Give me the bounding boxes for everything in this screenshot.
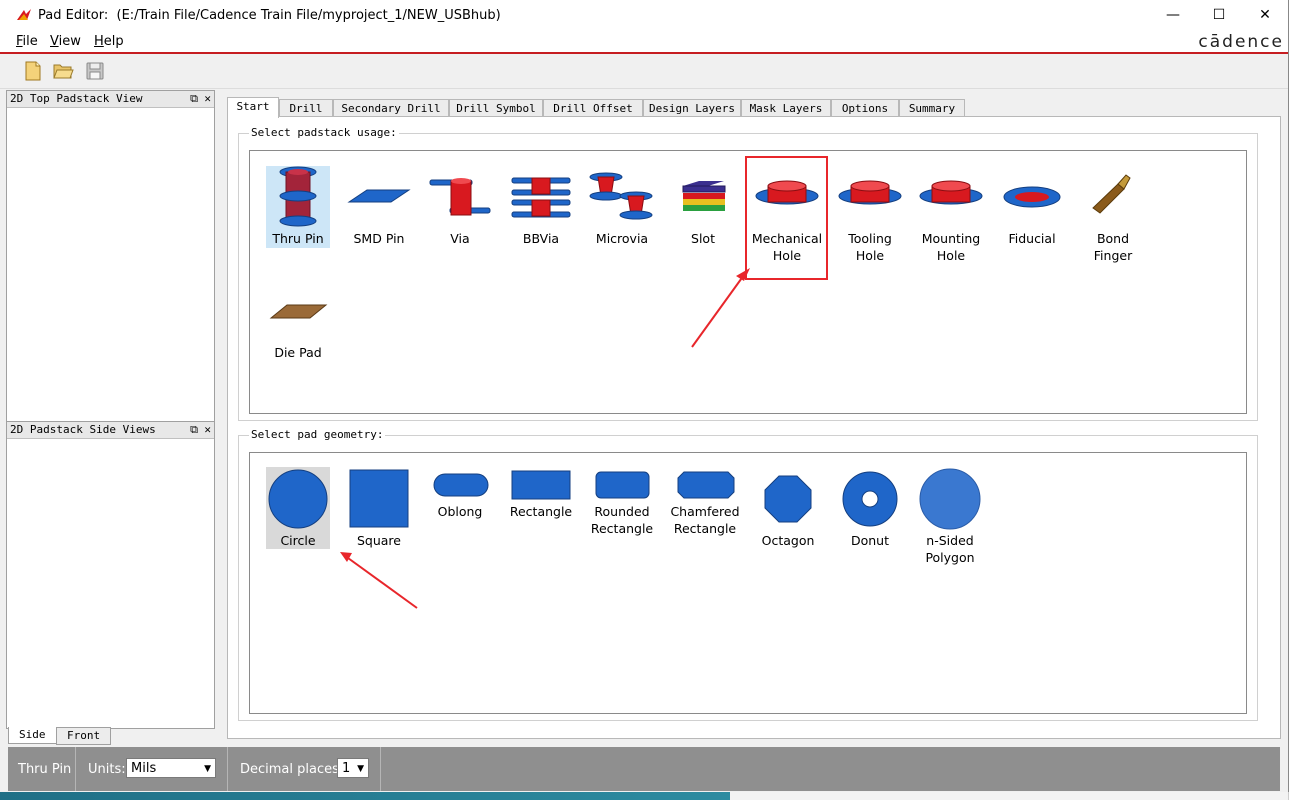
decimal-places-label: Decimal places: <box>240 762 344 777</box>
geometry-item-donut[interactable]: Donut <box>834 532 906 549</box>
status-divider <box>227 747 228 791</box>
n-sided-polygon-shape-icon[interactable] <box>919 468 981 530</box>
slot-icon[interactable] <box>682 181 726 211</box>
microvia-icon[interactable] <box>589 172 653 220</box>
usage-item-fiducial[interactable]: Fiducial <box>996 230 1068 247</box>
usage-icons-layer <box>268 166 1131 609</box>
smd-pin-icon[interactable] <box>347 189 411 203</box>
donut-shape-icon[interactable] <box>842 471 898 527</box>
annotation-arrow-icon <box>691 268 750 348</box>
usage-item-mounting-hole[interactable]: Mounting Hole <box>915 230 987 264</box>
tab-start[interactable]: Start <box>227 97 279 118</box>
annotation-arrow-icon <box>340 552 418 609</box>
geometry-item-chamfered-rectangle[interactable]: Chamfered Rectangle <box>667 503 743 537</box>
usage-item-via[interactable]: Via <box>424 230 496 247</box>
mounting-hole-icon[interactable] <box>919 180 983 205</box>
via-icon[interactable] <box>429 178 491 216</box>
usage-item-smd-pin[interactable]: SMD Pin <box>343 230 415 247</box>
status-bar: Thru Pin Units: Mils ▼ Decimal places: 1 ▼ <box>8 747 1280 791</box>
pad-editor-window: Pad Editor: (E:/Train File/Cadence Train… <box>0 0 1289 792</box>
status-divider <box>75 747 76 791</box>
circle-shape-icon[interactable] <box>268 469 328 529</box>
bond-finger-icon[interactable] <box>1092 174 1131 214</box>
status-usage: Thru Pin <box>18 762 72 777</box>
rounded-rectangle-shape-icon[interactable] <box>595 471 650 499</box>
chamfered-rectangle-shape-icon[interactable] <box>677 471 735 499</box>
background-window-edge <box>1288 0 1296 800</box>
geometry-item-n-sided-polygon[interactable]: n-Sided Polygon <box>914 532 986 566</box>
thru-pin-icon[interactable] <box>279 166 317 227</box>
oblong-shape-icon[interactable] <box>433 473 489 497</box>
chevron-down-icon: ▼ <box>357 764 364 774</box>
geometry-item-circle[interactable]: Circle <box>262 532 334 549</box>
usage-item-mechanical-hole[interactable]: Mechanical Hole <box>748 230 826 264</box>
units-label: Units: <box>88 762 126 777</box>
usage-item-slot[interactable]: Slot <box>667 230 739 247</box>
octagon-shape-icon[interactable] <box>764 475 812 523</box>
usage-item-bond-finger[interactable]: Bond Finger <box>1077 230 1149 264</box>
usage-item-tooling-hole[interactable]: Tooling Hole <box>834 230 906 264</box>
geometry-item-square[interactable]: Square <box>343 532 415 549</box>
geometry-item-octagon[interactable]: Octagon <box>752 532 824 549</box>
geometry-item-rectangle[interactable]: Rectangle <box>505 503 577 520</box>
geometry-item-oblong[interactable]: Oblong <box>424 503 496 520</box>
bbvia-icon[interactable] <box>511 177 571 218</box>
tooling-hole-icon[interactable] <box>838 180 902 205</box>
usage-item-die-pad[interactable]: Die Pad <box>262 344 334 361</box>
geometry-item-rounded-rectangle[interactable]: Rounded Rectangle <box>586 503 658 537</box>
chevron-down-icon: ▼ <box>204 764 211 774</box>
decimal-places-select[interactable]: 1 ▼ <box>337 758 369 778</box>
usage-item-bbvia[interactable]: BBVia <box>505 230 577 247</box>
square-shape-icon[interactable] <box>349 469 409 528</box>
die-pad-icon[interactable] <box>269 304 328 319</box>
fiducial-icon[interactable] <box>1003 186 1061 208</box>
usage-item-microvia[interactable]: Microvia <box>586 230 658 247</box>
rectangle-shape-icon[interactable] <box>511 470 571 500</box>
status-divider <box>380 747 381 791</box>
usage-item-thru-pin[interactable]: Thru Pin <box>262 230 334 247</box>
units-select[interactable]: Mils ▼ <box>126 758 216 778</box>
